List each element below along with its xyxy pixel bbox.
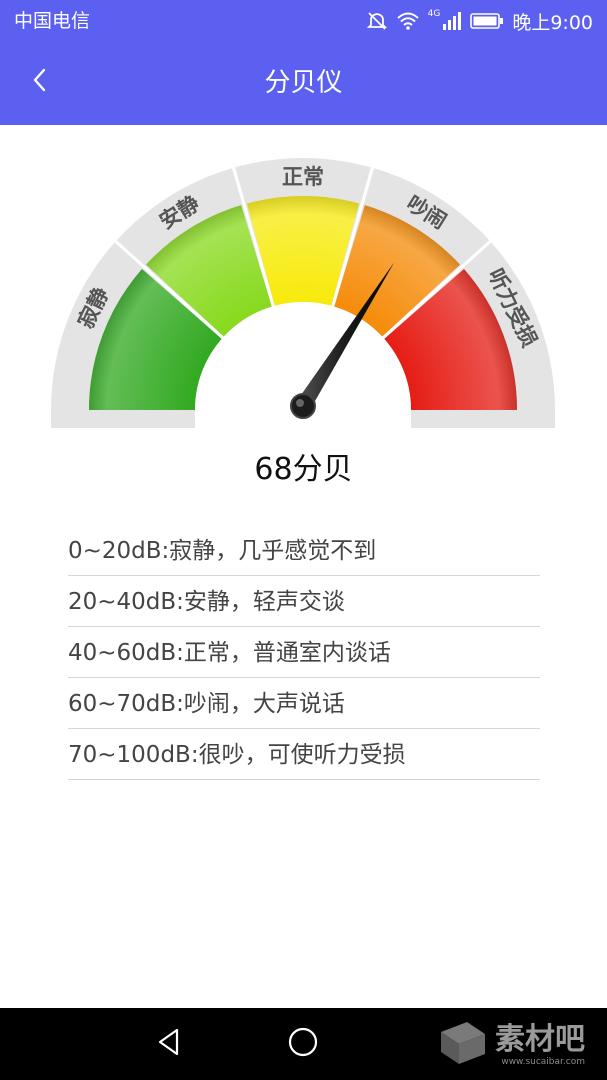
mute-icon	[366, 11, 388, 31]
battery-icon	[470, 12, 504, 30]
clock: 晚上9:00	[512, 11, 593, 34]
navigation-bar: 素材吧 www.sucaibar.com	[0, 1008, 607, 1080]
nav-back-button[interactable]	[149, 1024, 189, 1064]
wifi-icon	[396, 11, 420, 31]
watermark: 素材吧 www.sucaibar.com	[437, 1020, 585, 1070]
back-button[interactable]	[22, 64, 58, 100]
watermark-logo-icon	[437, 1020, 489, 1070]
level-item: 40~60dB:正常，普通室内谈话	[68, 627, 540, 678]
decibel-gauge: 寂静 安静 正常 吵闹 听力受损	[0, 125, 607, 458]
gauge-needle-cap	[290, 393, 316, 419]
status-bar: 中国电信 4G 晚上9:00	[0, 0, 607, 42]
chevron-left-icon	[30, 67, 50, 97]
carrier-name: 中国电信	[14, 10, 91, 32]
signal-icon	[442, 11, 462, 31]
home-circle-icon	[287, 1026, 319, 1062]
watermark-text: 素材吧	[495, 1022, 585, 1057]
decibel-level-list: 0~20dB:寂静，几乎感觉不到 20~40dB:安静，轻声交谈 40~60dB…	[68, 525, 540, 780]
network-type: 4G	[427, 9, 441, 19]
page-title: 分贝仪	[264, 68, 343, 98]
gauge-label: 正常	[282, 165, 324, 189]
decibel-reading: 68分贝	[254, 452, 353, 487]
level-item: 0~20dB:寂静，几乎感觉不到	[68, 525, 540, 576]
toolbar: 分贝仪	[0, 42, 607, 125]
status-icons: 4G 晚上9:00	[366, 8, 593, 34]
watermark-url: www.sucaibar.com	[501, 1057, 585, 1067]
level-item: 20~40dB:安静，轻声交谈	[68, 576, 540, 627]
level-item: 70~100dB:很吵，可使听力受损	[68, 729, 540, 780]
gauge-base	[0, 428, 607, 458]
gauge-svg: 寂静安静正常吵闹听力受损	[0, 158, 607, 458]
gauge-needle-highlight	[296, 399, 304, 407]
nav-home-button[interactable]	[283, 1024, 323, 1064]
level-item: 60~70dB:吵闹，大声说话	[68, 678, 540, 729]
back-triangle-icon	[155, 1027, 183, 1061]
